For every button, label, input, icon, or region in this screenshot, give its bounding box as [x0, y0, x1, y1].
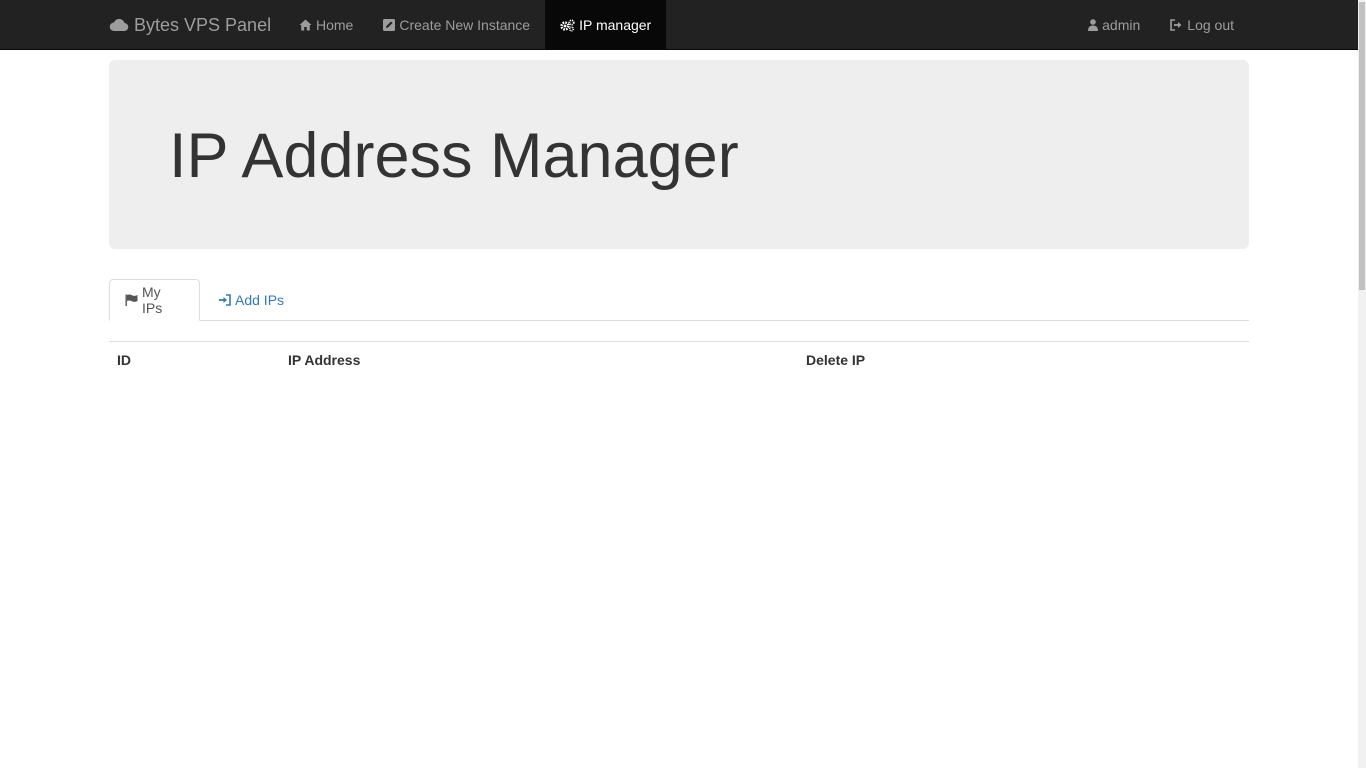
- tab-label: Add IPs: [235, 292, 285, 308]
- log-out-icon: [1170, 19, 1183, 31]
- nav-item-label: Home: [316, 17, 354, 33]
- page: Bytes VPS Panel Home Create New Instance…: [0, 0, 1366, 768]
- tab-my-ips[interactable]: My IPs: [109, 279, 200, 321]
- cogs-icon: [560, 18, 575, 32]
- column-header-ip-address: IP Address: [280, 341, 798, 380]
- scrollbar-thumb[interactable]: [1359, 2, 1365, 290]
- nav-item-label: admin: [1102, 17, 1141, 33]
- cloud-icon: [109, 17, 129, 33]
- tab-add-ips[interactable]: Add IPs: [203, 279, 299, 321]
- nav-item-home[interactable]: Home: [284, 0, 368, 50]
- nav-right: admin Log out: [1073, 0, 1249, 50]
- jumbotron: IP Address Manager: [109, 60, 1249, 249]
- nav-item-user[interactable]: admin: [1073, 0, 1155, 50]
- brand-link[interactable]: Bytes VPS Panel: [109, 0, 271, 50]
- log-in-icon: [218, 294, 231, 306]
- column-header-delete-ip: Delete IP: [798, 341, 1249, 380]
- nav-item-label: Log out: [1187, 17, 1234, 33]
- brand-label: Bytes VPS Panel: [134, 14, 272, 35]
- table-header-row: ID IP Address Delete IP: [109, 341, 1249, 380]
- navbar-container: Bytes VPS Panel Home Create New Instance…: [94, 0, 1249, 50]
- user-icon: [1088, 19, 1099, 31]
- nav-item-create-instance[interactable]: Create New Instance: [368, 0, 545, 50]
- nav-item-ip-manager[interactable]: IP manager: [545, 0, 667, 50]
- tab-bar: My IPs Add IPs: [109, 279, 1249, 321]
- edit-icon: [383, 19, 396, 31]
- nav-item-label: Create New Instance: [399, 17, 531, 33]
- ip-table: ID IP Address Delete IP: [109, 341, 1249, 380]
- home-icon: [299, 19, 312, 31]
- nav-item-label: IP manager: [579, 17, 652, 33]
- page-scrollbar[interactable]: [1358, 0, 1366, 768]
- tab-label: My IPs: [142, 284, 163, 316]
- nav-left: Home Create New Instance IP manager: [284, 0, 667, 50]
- table-header: ID IP Address Delete IP: [109, 341, 1249, 380]
- top-navbar: Bytes VPS Panel Home Create New Instance…: [0, 0, 1358, 50]
- page-title: IP Address Manager: [169, 121, 739, 191]
- nav-item-logout[interactable]: Log out: [1155, 0, 1249, 50]
- flag-icon: [125, 294, 138, 306]
- column-header-id: ID: [109, 341, 280, 380]
